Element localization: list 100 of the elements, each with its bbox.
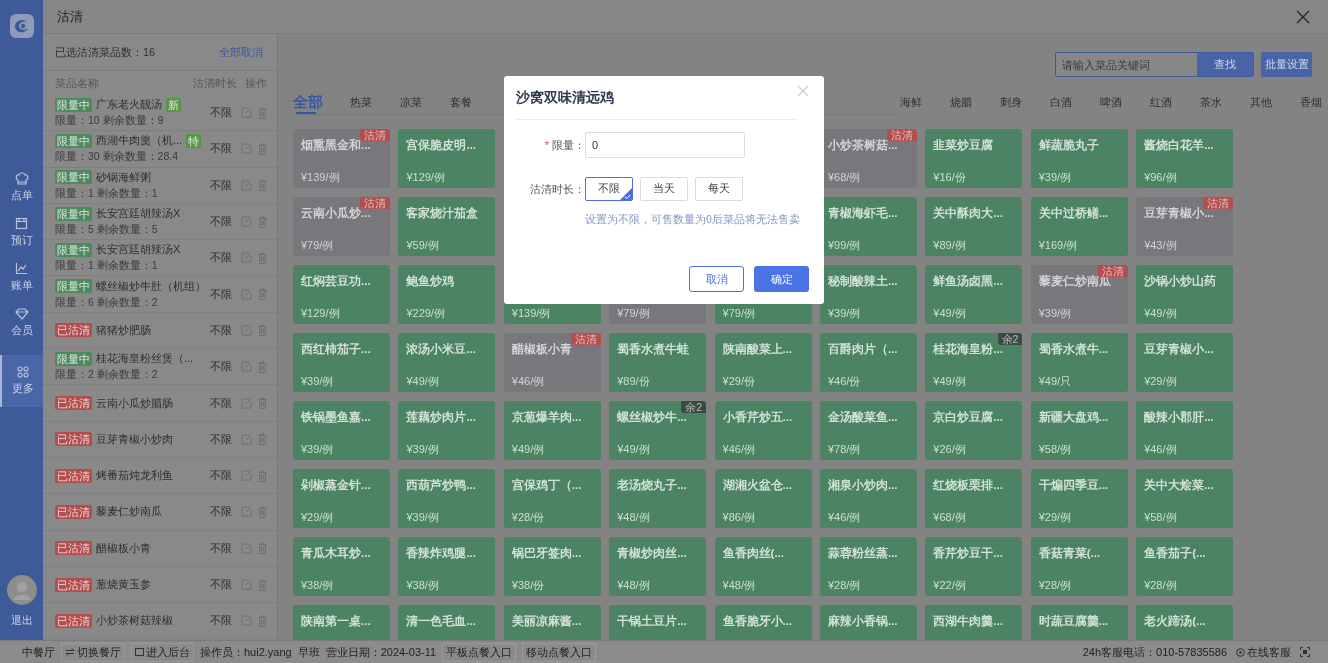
edit-icon[interactable]: [241, 324, 252, 336]
dish-card[interactable]: 西葫芦炒鸭... ¥39/例: [398, 469, 496, 528]
dish-card[interactable]: 关中酥肉大... ¥89/例: [925, 197, 1023, 256]
dish-card[interactable]: 干锅土豆片...: [609, 605, 707, 640]
trash-icon[interactable]: [258, 179, 267, 192]
edit-icon[interactable]: [241, 615, 252, 627]
dish-card[interactable]: 西红柿茄子... ¥39/例: [293, 333, 390, 392]
dish-card[interactable]: 老汤烧丸子... ¥48/例: [609, 469, 707, 528]
dish-card[interactable]: 酱烧白花羊... ¥96/例: [1136, 129, 1234, 188]
trash-icon[interactable]: [258, 142, 267, 155]
edit-icon[interactable]: [241, 288, 252, 300]
trash-icon[interactable]: [258, 542, 267, 555]
limit-field[interactable]: 0: [585, 132, 745, 158]
dish-card[interactable]: 干煸四季豆... ¥29/例: [1030, 469, 1128, 528]
dish-card[interactable]: 湖湘火盆仓... ¥86/例: [714, 469, 812, 528]
dish-card[interactable]: 蜀香水煮牛... ¥49/只: [1030, 333, 1128, 392]
dish-card[interactable]: 京白炒豆腐... ¥26/例: [925, 401, 1023, 460]
edit-icon[interactable]: [241, 542, 252, 554]
search-field[interactable]: 请输入菜品关键词 查找: [1055, 52, 1254, 77]
dish-card[interactable]: 鱼香肉丝(... ¥48/例: [714, 537, 812, 596]
trash-icon[interactable]: [258, 360, 267, 373]
close-icon[interactable]: [1296, 9, 1310, 24]
trash-icon[interactable]: [258, 505, 267, 518]
nav-item[interactable]: 会员: [0, 300, 43, 345]
dish-card[interactable]: 香辣炸鸡腿... ¥38/例: [398, 537, 496, 596]
trash-icon[interactable]: [258, 288, 267, 301]
trash-icon[interactable]: [258, 215, 267, 228]
dish-card[interactable]: 莲藕炒肉片... ¥39/例: [398, 401, 496, 460]
category-tab[interactable]: 套餐: [450, 90, 500, 114]
dish-card[interactable]: 鱼香茄子(... ¥28/例: [1136, 537, 1234, 596]
dish-card[interactable]: 宫保鸡丁（... ¥28/份: [503, 469, 601, 528]
category-tab[interactable]: 其他: [1250, 90, 1300, 114]
dish-card[interactable]: 青瓜木耳炒... ¥38/例: [293, 537, 390, 596]
nav-item[interactable]: 预订: [0, 210, 43, 255]
dish-card[interactable]: 剁椒蒸金针... ¥29/例: [293, 469, 390, 528]
dish-card[interactable]: 香菇青菜(... ¥28/例: [1030, 537, 1128, 596]
edit-icon[interactable]: [241, 252, 252, 264]
trash-icon[interactable]: [258, 614, 267, 627]
avatar-icon[interactable]: [6, 575, 37, 605]
dish-card[interactable]: 京葱爆羊肉... ¥49/例: [503, 401, 601, 460]
dish-card[interactable]: 客家烧汁茄盒 ¥59/例: [398, 197, 496, 256]
dish-card[interactable]: 鲜鱼汤卤黑... ¥49/例: [925, 265, 1023, 324]
duration-option[interactable]: 当天: [640, 177, 688, 201]
duration-option[interactable]: 不限: [585, 177, 633, 201]
trash-icon[interactable]: [258, 397, 267, 409]
dish-card[interactable]: 金汤酸菜鱼... ¥78/例: [819, 401, 917, 460]
dish-card[interactable]: 螺丝椒炒牛... ¥49/例 余2: [609, 401, 707, 460]
edit-icon[interactable]: [241, 107, 252, 119]
nav-item[interactable]: 账单: [0, 255, 43, 300]
entry-button[interactable]: 平板点餐入口: [442, 642, 517, 662]
dish-card[interactable]: 清一色毛血...: [398, 605, 496, 640]
switch-button[interactable]: 切换餐厅: [61, 642, 125, 662]
trash-icon[interactable]: [258, 324, 267, 337]
dish-card[interactable]: 时蔬豆腐羹...: [1030, 605, 1128, 640]
category-tab[interactable]: 刺身: [1000, 90, 1050, 114]
dish-card[interactable]: 陕南第一桌...: [293, 605, 390, 640]
online-service-button[interactable]: 在线客服: [1233, 643, 1294, 661]
edit-icon[interactable]: [241, 216, 252, 228]
dish-card[interactable]: 蒜蓉粉丝蒸... ¥28/例: [819, 537, 917, 596]
dish-card[interactable]: 韭菜炒豆腐 ¥16/份: [925, 129, 1023, 188]
edit-icon[interactable]: [241, 470, 252, 482]
dish-card[interactable]: 宫保脆皮明... ¥129/例: [398, 129, 496, 188]
logout-button[interactable]: 退出: [10, 613, 33, 628]
category-tab[interactable]: 红酒: [1150, 90, 1200, 114]
category-tab[interactable]: 啤酒: [1100, 90, 1150, 114]
dish-card[interactable]: 浓汤小米豆... ¥49/例: [398, 333, 496, 392]
edit-icon[interactable]: [241, 361, 252, 373]
category-tab[interactable]: 香烟: [1300, 90, 1328, 114]
dish-card[interactable]: 秘制酸辣土... ¥39/例: [819, 265, 917, 324]
dish-card[interactable]: 鲜蔬脆丸子 ¥39/例: [1030, 129, 1128, 188]
dish-card[interactable]: 沙锅小炒山药 ¥49/例: [1136, 265, 1234, 324]
dish-card[interactable]: 豆芽青椒小... ¥43/例 沽清: [1136, 197, 1234, 256]
dish-card[interactable]: 鲍鱼炒鸡 ¥229/例: [398, 265, 496, 324]
dish-card[interactable]: 香芹炒豆干... ¥22/例: [925, 537, 1023, 596]
dish-card[interactable]: 酸辣小郡肝... ¥46/例: [1136, 401, 1234, 460]
dish-card[interactable]: 关中大烩菜... ¥58/例: [1136, 469, 1234, 528]
trash-icon[interactable]: [258, 469, 267, 482]
dish-card[interactable]: 鱼香脆牙小...: [714, 605, 812, 640]
category-tab[interactable]: 烧腊: [950, 90, 1000, 114]
dish-card[interactable]: 烟熏黑金和... ¥139/例 沽清: [293, 129, 390, 188]
dish-card[interactable]: 蜀香水煮牛蛙 ¥89/份: [609, 333, 707, 392]
dish-card[interactable]: 醋椒板小青 ¥46/例 沽清: [503, 333, 601, 392]
clear-all-link[interactable]: 全部取消: [219, 44, 263, 60]
cancel-button[interactable]: 取消: [689, 266, 744, 292]
duration-option[interactable]: 每天: [695, 177, 743, 201]
nav-item[interactable]: 更多: [0, 355, 43, 407]
edit-icon[interactable]: [241, 179, 252, 191]
dish-card[interactable]: 陕南酸菜上... ¥29/份: [714, 333, 812, 392]
dish-card[interactable]: 铁锅墨鱼嘉... ¥39/例: [293, 401, 390, 460]
dish-card[interactable]: 锅巴牙签肉... ¥38/份: [503, 537, 601, 596]
edit-icon[interactable]: [241, 506, 252, 518]
edit-icon[interactable]: [241, 143, 252, 155]
dish-card[interactable]: 麻辣小香锅...: [819, 605, 917, 640]
category-tab[interactable]: 凉菜: [400, 90, 450, 114]
fullscreen-icon[interactable]: [1300, 647, 1310, 657]
backend-button[interactable]: 进入后台: [131, 642, 194, 662]
edit-icon[interactable]: [241, 397, 252, 409]
dish-card[interactable]: 云南小瓜炒... ¥79/例 沽清: [293, 197, 390, 256]
batch-settings-button[interactable]: 批量设置: [1261, 52, 1312, 77]
category-tab[interactable]: 茶水: [1200, 90, 1250, 114]
